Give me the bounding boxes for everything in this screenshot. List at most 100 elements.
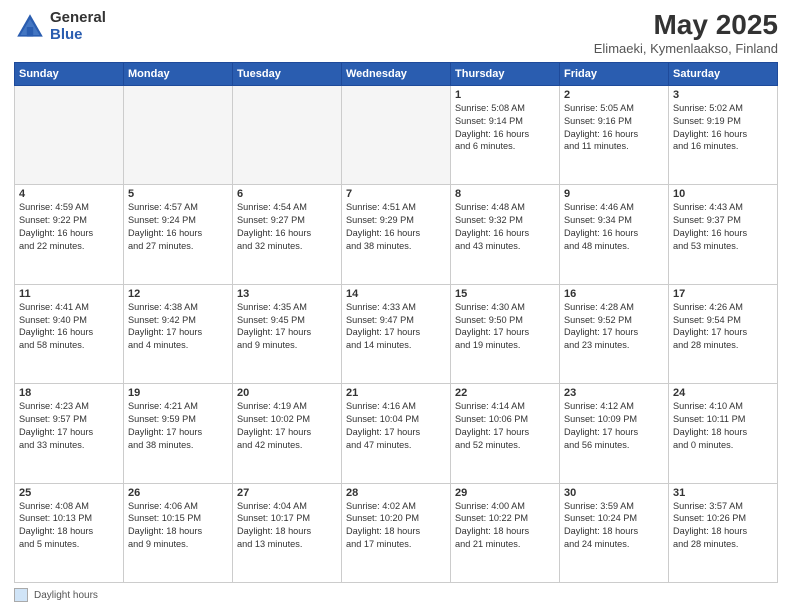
col-monday: Monday [124, 62, 233, 85]
calendar-cell: 24Sunrise: 4:10 AMSunset: 10:11 PMDaylig… [669, 384, 778, 483]
calendar-cell: 13Sunrise: 4:35 AMSunset: 9:45 PMDayligh… [233, 284, 342, 383]
calendar-cell: 11Sunrise: 4:41 AMSunset: 9:40 PMDayligh… [15, 284, 124, 383]
title-block: May 2025 Elimaeki, Kymenlaakso, Finland [594, 10, 778, 56]
day-info: Sunrise: 4:10 AMSunset: 10:11 PMDaylight… [673, 400, 773, 452]
calendar-week-3: 18Sunrise: 4:23 AMSunset: 9:57 PMDayligh… [15, 384, 778, 483]
day-info: Sunrise: 4:06 AMSunset: 10:15 PMDaylight… [128, 500, 228, 552]
day-number: 30 [564, 487, 664, 499]
day-number: 11 [19, 288, 119, 300]
calendar-cell: 1Sunrise: 5:08 AMSunset: 9:14 PMDaylight… [451, 85, 560, 184]
day-info: Sunrise: 4:59 AMSunset: 9:22 PMDaylight:… [19, 201, 119, 253]
day-info: Sunrise: 4:26 AMSunset: 9:54 PMDaylight:… [673, 301, 773, 353]
day-info: Sunrise: 4:51 AMSunset: 9:29 PMDaylight:… [346, 201, 446, 253]
calendar-cell: 28Sunrise: 4:02 AMSunset: 10:20 PMDaylig… [342, 483, 451, 582]
main-title: May 2025 [594, 10, 778, 41]
day-info: Sunrise: 4:38 AMSunset: 9:42 PMDaylight:… [128, 301, 228, 353]
day-number: 29 [455, 487, 555, 499]
logo-text: General Blue [50, 10, 106, 43]
day-number: 10 [673, 188, 773, 200]
calendar-cell: 10Sunrise: 4:43 AMSunset: 9:37 PMDayligh… [669, 185, 778, 284]
day-info: Sunrise: 4:04 AMSunset: 10:17 PMDaylight… [237, 500, 337, 552]
col-thursday: Thursday [451, 62, 560, 85]
calendar-cell: 23Sunrise: 4:12 AMSunset: 10:09 PMDaylig… [560, 384, 669, 483]
calendar-table: Sunday Monday Tuesday Wednesday Thursday… [14, 62, 778, 583]
calendar-cell: 21Sunrise: 4:16 AMSunset: 10:04 PMDaylig… [342, 384, 451, 483]
day-info: Sunrise: 4:19 AMSunset: 10:02 PMDaylight… [237, 400, 337, 452]
calendar-cell: 17Sunrise: 4:26 AMSunset: 9:54 PMDayligh… [669, 284, 778, 383]
day-number: 7 [346, 188, 446, 200]
calendar-cell [15, 85, 124, 184]
day-info: Sunrise: 4:54 AMSunset: 9:27 PMDaylight:… [237, 201, 337, 253]
page: General Blue May 2025 Elimaeki, Kymenlaa… [0, 0, 792, 612]
subtitle: Elimaeki, Kymenlaakso, Finland [594, 41, 778, 56]
calendar-cell: 9Sunrise: 4:46 AMSunset: 9:34 PMDaylight… [560, 185, 669, 284]
day-number: 8 [455, 188, 555, 200]
day-number: 16 [564, 288, 664, 300]
calendar-cell: 14Sunrise: 4:33 AMSunset: 9:47 PMDayligh… [342, 284, 451, 383]
footer-label: Daylight hours [34, 590, 98, 601]
calendar-cell: 4Sunrise: 4:59 AMSunset: 9:22 PMDaylight… [15, 185, 124, 284]
calendar-cell [124, 85, 233, 184]
calendar-cell [342, 85, 451, 184]
calendar-cell: 15Sunrise: 4:30 AMSunset: 9:50 PMDayligh… [451, 284, 560, 383]
day-info: Sunrise: 4:12 AMSunset: 10:09 PMDaylight… [564, 400, 664, 452]
day-number: 2 [564, 89, 664, 101]
calendar-cell: 7Sunrise: 4:51 AMSunset: 9:29 PMDaylight… [342, 185, 451, 284]
calendar-cell: 6Sunrise: 4:54 AMSunset: 9:27 PMDaylight… [233, 185, 342, 284]
day-number: 17 [673, 288, 773, 300]
day-number: 6 [237, 188, 337, 200]
day-info: Sunrise: 4:00 AMSunset: 10:22 PMDaylight… [455, 500, 555, 552]
calendar-cell [233, 85, 342, 184]
day-info: Sunrise: 4:48 AMSunset: 9:32 PMDaylight:… [455, 201, 555, 253]
day-info: Sunrise: 4:23 AMSunset: 9:57 PMDaylight:… [19, 400, 119, 452]
calendar-week-0: 1Sunrise: 5:08 AMSunset: 9:14 PMDaylight… [15, 85, 778, 184]
day-info: Sunrise: 4:41 AMSunset: 9:40 PMDaylight:… [19, 301, 119, 353]
logo: General Blue [14, 10, 106, 43]
col-saturday: Saturday [669, 62, 778, 85]
day-number: 21 [346, 387, 446, 399]
day-info: Sunrise: 4:14 AMSunset: 10:06 PMDaylight… [455, 400, 555, 452]
calendar-cell: 22Sunrise: 4:14 AMSunset: 10:06 PMDaylig… [451, 384, 560, 483]
col-sunday: Sunday [15, 62, 124, 85]
day-number: 20 [237, 387, 337, 399]
calendar-cell: 25Sunrise: 4:08 AMSunset: 10:13 PMDaylig… [15, 483, 124, 582]
calendar-cell: 3Sunrise: 5:02 AMSunset: 9:19 PMDaylight… [669, 85, 778, 184]
calendar-cell: 26Sunrise: 4:06 AMSunset: 10:15 PMDaylig… [124, 483, 233, 582]
logo-general-text: General [50, 10, 106, 27]
calendar-cell: 19Sunrise: 4:21 AMSunset: 9:59 PMDayligh… [124, 384, 233, 483]
day-number: 1 [455, 89, 555, 101]
day-number: 4 [19, 188, 119, 200]
day-info: Sunrise: 3:57 AMSunset: 10:26 PMDaylight… [673, 500, 773, 552]
calendar-cell: 27Sunrise: 4:04 AMSunset: 10:17 PMDaylig… [233, 483, 342, 582]
day-number: 14 [346, 288, 446, 300]
day-number: 23 [564, 387, 664, 399]
day-info: Sunrise: 5:05 AMSunset: 9:16 PMDaylight:… [564, 102, 664, 154]
day-info: Sunrise: 4:02 AMSunset: 10:20 PMDaylight… [346, 500, 446, 552]
day-info: Sunrise: 4:28 AMSunset: 9:52 PMDaylight:… [564, 301, 664, 353]
calendar-cell: 18Sunrise: 4:23 AMSunset: 9:57 PMDayligh… [15, 384, 124, 483]
day-number: 24 [673, 387, 773, 399]
day-number: 3 [673, 89, 773, 101]
day-number: 26 [128, 487, 228, 499]
calendar-cell: 5Sunrise: 4:57 AMSunset: 9:24 PMDaylight… [124, 185, 233, 284]
day-number: 25 [19, 487, 119, 499]
day-number: 27 [237, 487, 337, 499]
day-info: Sunrise: 4:08 AMSunset: 10:13 PMDaylight… [19, 500, 119, 552]
col-wednesday: Wednesday [342, 62, 451, 85]
calendar-cell: 2Sunrise: 5:05 AMSunset: 9:16 PMDaylight… [560, 85, 669, 184]
calendar-week-4: 25Sunrise: 4:08 AMSunset: 10:13 PMDaylig… [15, 483, 778, 582]
day-info: Sunrise: 3:59 AMSunset: 10:24 PMDaylight… [564, 500, 664, 552]
day-info: Sunrise: 4:35 AMSunset: 9:45 PMDaylight:… [237, 301, 337, 353]
day-info: Sunrise: 5:08 AMSunset: 9:14 PMDaylight:… [455, 102, 555, 154]
calendar-cell: 31Sunrise: 3:57 AMSunset: 10:26 PMDaylig… [669, 483, 778, 582]
day-info: Sunrise: 5:02 AMSunset: 9:19 PMDaylight:… [673, 102, 773, 154]
day-number: 9 [564, 188, 664, 200]
day-info: Sunrise: 4:21 AMSunset: 9:59 PMDaylight:… [128, 400, 228, 452]
day-info: Sunrise: 4:57 AMSunset: 9:24 PMDaylight:… [128, 201, 228, 253]
day-number: 13 [237, 288, 337, 300]
day-number: 22 [455, 387, 555, 399]
logo-icon [14, 11, 46, 43]
logo-blue-text: Blue [50, 27, 106, 44]
day-info: Sunrise: 4:43 AMSunset: 9:37 PMDaylight:… [673, 201, 773, 253]
day-number: 12 [128, 288, 228, 300]
